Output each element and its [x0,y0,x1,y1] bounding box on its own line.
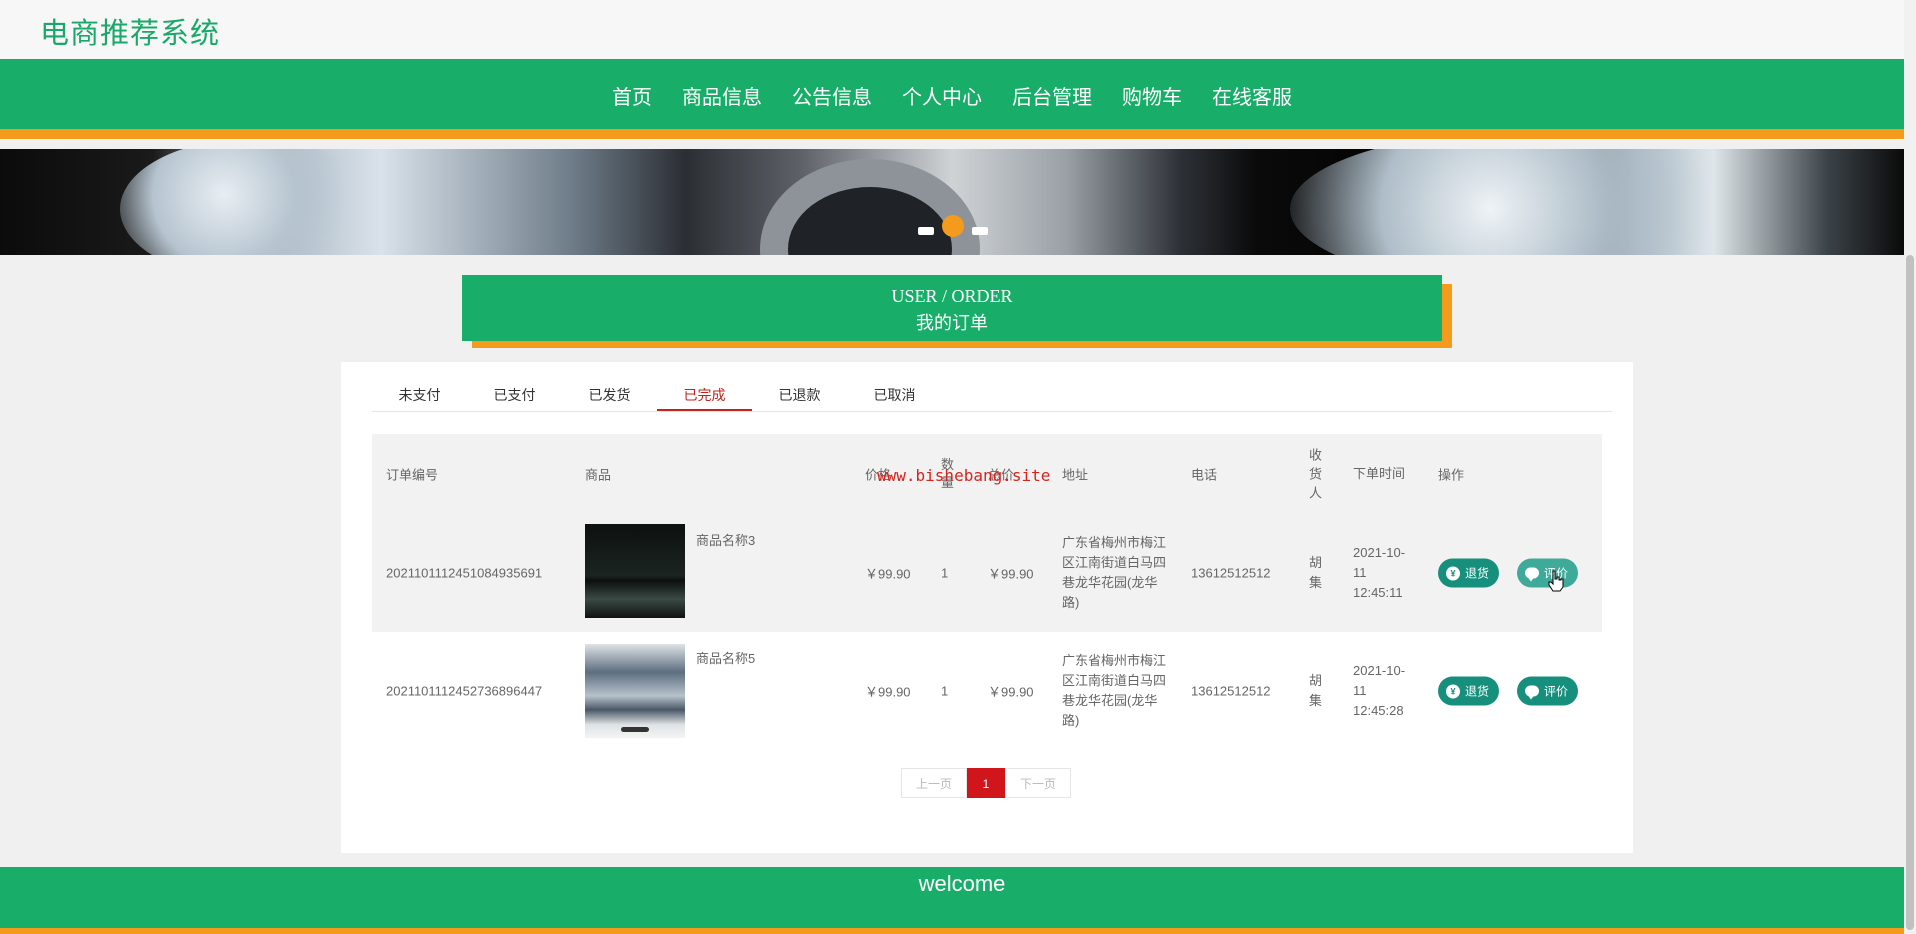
header-time: 下单时间 [1353,466,1406,481]
section-title-cn: 我的订单 [916,313,988,333]
phone: 13612512512 [1191,683,1271,699]
receiver: 胡集 [1309,555,1323,590]
table-row: 20211011124510849356​91 商品名称3 ￥99.90 1 ￥… [372,514,1602,632]
nav-item-personal-center[interactable]: 个人中心 [887,81,997,110]
nav-item-cart[interactable]: 购物车 [1107,81,1197,110]
tab-unpaid[interactable]: 未支付 [372,380,467,411]
header-order-no: 订单编号 [386,467,439,483]
footer: welcome [0,867,1904,934]
site-title[interactable]: 电商推荐系统 [40,10,220,52]
section-title-en: USER / ORDER [891,286,1013,306]
product-name[interactable]: 商品名称5 [696,648,755,667]
header-action: 操作 [1438,467,1465,483]
address: 广东省梅州市梅江区江南街道白马四巷龙华花园(龙华路) [1062,653,1167,728]
product-name[interactable]: 商品名称3 [696,530,755,549]
total-price: ￥99.90 [988,566,1034,582]
banner-carousel[interactable] [0,149,1904,255]
banner-splash [120,149,380,255]
refund-label: 退货 [1465,684,1490,699]
order-status-tabs: 未支付 已支付 已发货 已完成 已退款 已取消 [372,380,1612,412]
pagination: 上一页 1 下一页 [901,768,1071,798]
order-time: 2021-10-11 12:45:11 [1353,545,1406,600]
order-number: 20211011124510849356​91 [386,565,543,581]
footer-welcome: welcome [918,871,1006,896]
phone: 13612512512 [1191,565,1271,581]
price: ￥99.90 [865,566,911,582]
nav-item-online-service[interactable]: 在线客服 [1197,81,1307,110]
chat-icon [1525,685,1539,700]
product-image[interactable] [585,524,685,618]
banner-washer-image [760,159,980,255]
section-title: USER / ORDER 我的订单 [462,275,1442,341]
next-page-button[interactable]: 下一页 [1005,768,1071,798]
refund-button[interactable]: ¥ 退货 [1438,558,1500,588]
tab-refunded[interactable]: 已退款 [752,380,847,411]
refund-label: 退货 [1465,566,1490,581]
nav-item-admin[interactable]: 后台管理 [997,81,1107,110]
tab-shipped[interactable]: 已发货 [562,380,657,411]
tab-cancelled[interactable]: 已取消 [847,380,942,411]
page-number-button[interactable]: 1 [967,768,1005,798]
price: ￥99.90 [865,684,911,700]
chat-icon [1525,567,1539,582]
order-time: 2021-10-11 12:45:28 [1353,663,1406,718]
yen-icon: ¥ [1446,684,1460,698]
refund-button[interactable]: ¥ 退货 [1438,676,1500,706]
hand-cursor-icon [1548,570,1564,592]
carousel-dot[interactable] [972,227,988,235]
review-label: 评价 [1544,684,1569,699]
header-product: 商品 [585,467,612,483]
prev-page-button[interactable]: 上一页 [901,768,967,798]
tab-completed[interactable]: 已完成 [657,380,752,411]
scrollbar-thumb[interactable] [1906,255,1914,930]
total-price: ￥99.90 [988,684,1034,700]
quantity: 1 [941,565,949,581]
carousel-dot-active[interactable] [942,215,964,237]
watermark-text: www.bishebang.site [877,466,1051,485]
carousel-indicators [918,215,988,237]
order-number: 20211011124527368964​47 [386,683,543,699]
tv-stand [621,727,649,732]
address: 广东省梅州市梅江区江南街道白马四巷龙华花园(龙华路) [1062,535,1167,610]
main-nav: 首页 商品信息 公告信息 个人中心 后台管理 购物车 在线客服 [0,59,1904,139]
nav-item-announcements[interactable]: 公告信息 [777,81,887,110]
nav-item-home[interactable]: 首页 [597,81,667,110]
carousel-dot[interactable] [918,227,934,235]
page-scrollbar[interactable] [1904,0,1916,934]
quantity: 1 [941,683,949,699]
header-receiver: 收货人 [1309,447,1323,501]
tab-paid[interactable]: 已支付 [467,380,562,411]
product-image[interactable] [585,644,685,738]
yen-icon: ¥ [1446,566,1460,580]
top-bar: 电商推荐系统 [0,0,1904,59]
review-button[interactable]: 评价 [1517,676,1579,706]
banner-splash [1290,149,1790,255]
header-phone: 电话 [1191,467,1218,483]
table-row: 20211011124527368964​47 商品名称5 ￥99.90 1 ￥… [372,632,1602,750]
header-address: 地址 [1062,467,1089,483]
nav-item-products[interactable]: 商品信息 [667,81,777,110]
order-panel: 未支付 已支付 已发货 已完成 已退款 已取消 订单编号 商品 价格 数量 总价… [341,362,1633,853]
receiver: 胡集 [1309,673,1323,708]
